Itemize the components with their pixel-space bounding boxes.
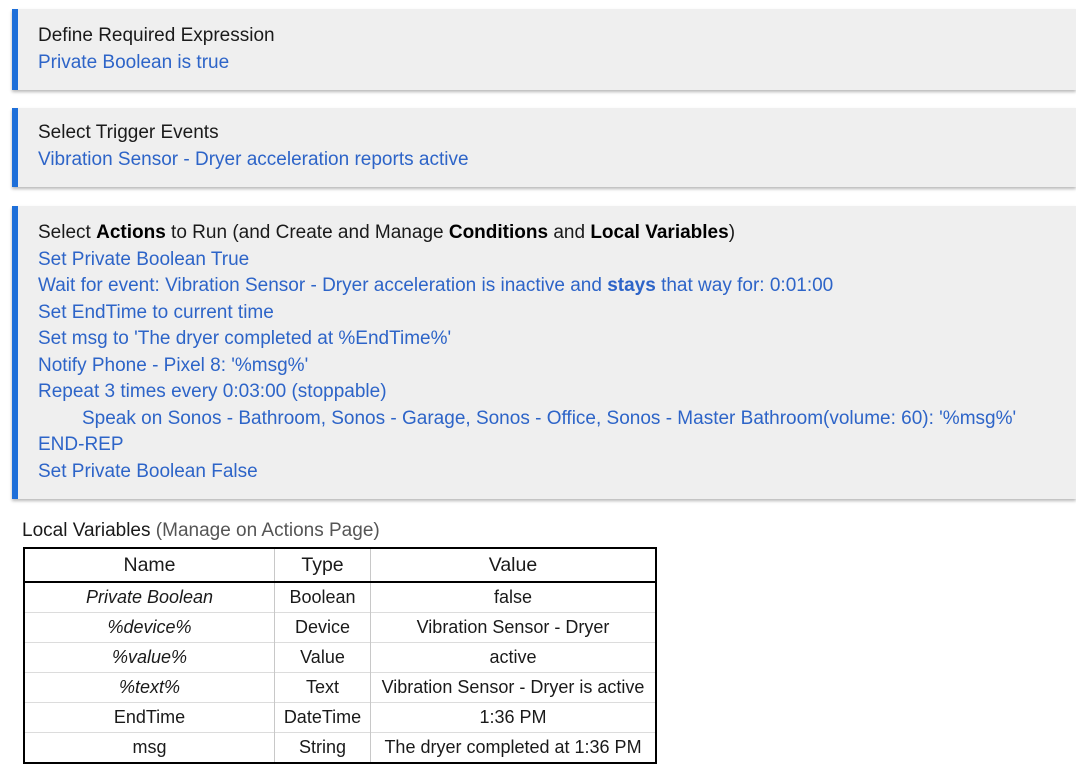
column-header-name: Name bbox=[24, 548, 275, 583]
variable-name: EndTime bbox=[24, 702, 275, 733]
required-expression-panel[interactable]: Define Required Expression Private Boole… bbox=[12, 9, 1076, 90]
variable-type: Device bbox=[274, 612, 371, 643]
actions-title-bold-local-variables: Local Variables bbox=[590, 222, 729, 243]
action-set-private-boolean-true[interactable]: Set Private Boolean True bbox=[38, 247, 1076, 274]
local-variables-heading: Local Variables (Manage on Actions Page) bbox=[22, 520, 380, 542]
actions-title-bold-actions: Actions bbox=[96, 222, 166, 243]
table-row: msg String The dryer completed at 1:36 P… bbox=[24, 732, 656, 763]
variable-name: %device% bbox=[24, 612, 275, 643]
trigger-event-link[interactable]: Vibration Sensor - Dryer acceleration re… bbox=[38, 147, 1076, 174]
required-expression-link[interactable]: Private Boolean is true bbox=[38, 50, 1076, 77]
table-row: Private Boolean Boolean false bbox=[24, 582, 656, 613]
action-set-endtime[interactable]: Set EndTime to current time bbox=[38, 300, 1076, 327]
column-header-value: Value bbox=[370, 548, 656, 583]
column-header-type: Type bbox=[274, 548, 371, 583]
action-notify-phone[interactable]: Notify Phone - Pixel 8: '%msg%' bbox=[38, 353, 1076, 380]
local-variables-label: Local Variables bbox=[22, 520, 151, 541]
actions-title-bold-conditions: Conditions bbox=[448, 222, 549, 243]
variable-value: The dryer completed at 1:36 PM bbox=[370, 732, 656, 763]
variable-name: %value% bbox=[24, 642, 275, 673]
variable-value: false bbox=[370, 582, 656, 613]
action-repeat[interactable]: Repeat 3 times every 0:03:00 (stoppable) bbox=[38, 379, 1076, 406]
variable-type: String bbox=[274, 732, 371, 763]
required-expression-title: Define Required Expression bbox=[38, 25, 275, 46]
table-header-row: Name Type Value bbox=[24, 548, 656, 583]
actions-panel[interactable]: Select Actions to Run (and Create and Ma… bbox=[12, 206, 1076, 499]
actions-title-text-3: and bbox=[548, 222, 591, 243]
variable-type: Boolean bbox=[274, 582, 371, 613]
local-variables-table: Name Type Value Private Boolean Boolean … bbox=[23, 547, 657, 764]
variable-value: Vibration Sensor - Dryer bbox=[370, 612, 656, 643]
variable-name: %text% bbox=[24, 672, 275, 703]
variable-value: Vibration Sensor - Dryer is active bbox=[370, 672, 656, 703]
table-row: %device% Device Vibration Sensor - Dryer bbox=[24, 612, 656, 643]
action-speak-sonos[interactable]: Speak on Sonos - Bathroom, Sonos - Garag… bbox=[38, 406, 1076, 433]
action-wait-for-event[interactable]: Wait for event: Vibration Sensor - Dryer… bbox=[38, 273, 1076, 300]
actions-title-text-2: to Run (and Create and Manage bbox=[165, 222, 449, 243]
actions-title-text-1: Select bbox=[38, 222, 97, 243]
variable-name: msg bbox=[24, 732, 275, 763]
variable-type: Value bbox=[274, 642, 371, 673]
wait-event-text-1: Wait for event: Vibration Sensor - Dryer… bbox=[38, 275, 608, 296]
variable-type: Text bbox=[274, 672, 371, 703]
trigger-events-title: Select Trigger Events bbox=[38, 122, 219, 143]
action-set-private-boolean-false[interactable]: Set Private Boolean False bbox=[38, 459, 1076, 486]
actions-title-text-4: ) bbox=[728, 222, 736, 243]
variable-name: Private Boolean bbox=[85, 587, 214, 607]
trigger-events-panel[interactable]: Select Trigger Events Vibration Sensor -… bbox=[12, 108, 1076, 187]
variable-value: 1:36 PM bbox=[370, 702, 656, 733]
action-end-rep[interactable]: END-REP bbox=[38, 432, 1076, 459]
table-row: %value% Value active bbox=[24, 642, 656, 673]
action-set-msg[interactable]: Set msg to 'The dryer completed at %EndT… bbox=[38, 326, 1076, 353]
wait-event-text-2: that way for: 0:01:00 bbox=[655, 275, 834, 296]
manage-note: (Manage on Actions Page) bbox=[150, 520, 380, 541]
table-row: %text% Text Vibration Sensor - Dryer is … bbox=[24, 672, 656, 703]
table-row: EndTime DateTime 1:36 PM bbox=[24, 702, 656, 733]
variable-value: active bbox=[370, 642, 656, 673]
wait-event-stays: stays bbox=[607, 275, 656, 296]
actions-title: Select Actions to Run (and Create and Ma… bbox=[38, 220, 1076, 247]
variable-type: DateTime bbox=[274, 702, 371, 733]
